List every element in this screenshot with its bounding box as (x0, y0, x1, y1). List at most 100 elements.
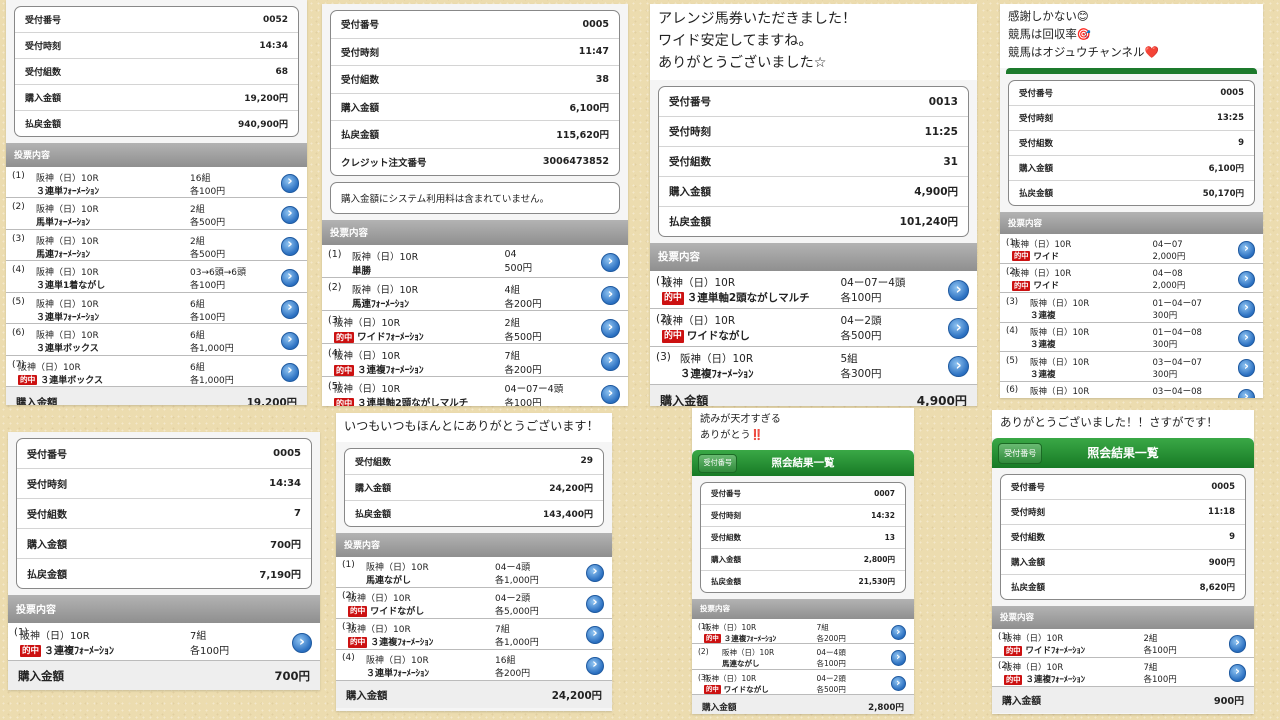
summary-row: 購入金額 6,100円 (331, 94, 619, 121)
detail-arrow-icon[interactable]: › (600, 318, 620, 339)
summary-label: 払戻金額 (1019, 188, 1054, 199)
detail-arrow-icon[interactable]: › (1228, 664, 1246, 682)
summary-label: 受付番号 (711, 488, 741, 498)
bet-row[interactable]: (3) 阪神（日）10R 馬連ﾌｫｰﾒｰｼｮﾝ 2組 各500円 › (6, 229, 307, 262)
detail-arrow-icon[interactable]: › (890, 650, 906, 666)
back-button[interactable]: 受付番号 (698, 454, 738, 473)
bet-number: (6) (12, 328, 25, 339)
detail-arrow-icon[interactable]: › (948, 318, 969, 340)
detail-arrow-icon[interactable]: › (292, 632, 312, 653)
summary-label: 受付組数 (711, 532, 741, 542)
bet-number: (3) (12, 233, 25, 244)
race-name: 阪神（日）10R (352, 252, 419, 263)
detail-arrow-icon[interactable]: › (600, 285, 620, 306)
detail-arrow-icon[interactable]: › (280, 237, 299, 256)
bet-row[interactable]: (7) 阪神（日）10R 的中 ３連単ボックス 6組 各1,000円 › (6, 355, 307, 388)
bet-type-line: 的中 ３連複ﾌｫｰﾒｰｼｮﾝ (20, 642, 190, 658)
summary-value: 0005 (273, 448, 301, 459)
summary-row: 購入金額 19,200円 (15, 85, 298, 111)
summary-row: 受付時刻 11:18 (1001, 500, 1245, 525)
detail-arrow-icon[interactable]: › (280, 174, 299, 193)
bet-row[interactable]: (1) 阪神（日）10R 的中 ３連複ﾌｫｰﾒｰｼｮﾝ 7組 各200円 › (692, 618, 914, 645)
bet-row[interactable]: (2) 阪神（日）10R 的中 ワイドながし 04ー2頭 各5,000円 › (336, 587, 612, 619)
bet-row[interactable]: (2) 阪神（日）10R 的中 ワイドながし 04ー2頭 各500円 › (650, 308, 977, 347)
bet-row[interactable]: (1) 阪神（日）10R 単勝 04 500円 › (322, 245, 628, 279)
summary-value: 6,100円 (1208, 163, 1244, 174)
summary-row: 受付番号 0005 (1001, 475, 1245, 500)
ticket-panel-3: アレンジ馬券いただきました！ ワイド安定してますね。 ありがとうございました☆ 受… (650, 4, 977, 406)
detail-arrow-icon[interactable]: › (1237, 270, 1255, 289)
total-value: 24,200円 (551, 689, 602, 702)
results-header: 受付番号 照会結果一覧 (992, 437, 1254, 468)
bet-type-line: 的中 ワイドながし (662, 328, 841, 343)
bet-row[interactable]: (5) 阪神（日）10R ３連単ﾌｫｰﾒｰｼｮﾝ 6組 各100円 › (6, 292, 307, 325)
bet-row[interactable]: (4) 阪神（日）10R ３連複 01ー04ー08 300円 › (1000, 322, 1263, 353)
bet-row[interactable]: (6)阪神（日）10R３連複03ー04ー08300円› (1000, 381, 1263, 398)
bet-type-line: 的中 ワイドﾌｫｰﾒｰｼｮﾝ (334, 329, 505, 344)
bet-row[interactable]: (2) 阪神（日）10R 的中 ワイド 04ー08 2,000円 › (1000, 263, 1263, 294)
bet-row[interactable]: (4) 阪神（日）10R 的中 ３連複ﾌｫｰﾒｰｼｮﾝ 7組 各200円 › (322, 344, 628, 378)
bet-type-line: 的中 ３連複ﾌｫｰﾒｰｼｮﾝ (704, 633, 817, 644)
bet-row[interactable]: (4) 阪神（日）10R ３連単1着ながし 03→6頭→6頭 各100円 › (6, 261, 307, 293)
hit-badge: 的中 (334, 331, 355, 344)
detail-arrow-icon[interactable]: › (948, 280, 969, 302)
race-name: 阪神（日）10R (348, 594, 411, 605)
detail-arrow-icon[interactable]: › (600, 384, 620, 405)
bet-row[interactable]: (1) 阪神（日）10R 的中 ワイド 04ー07 2,000円 › (1000, 234, 1263, 264)
bet-row[interactable]: (5) 阪神（日）10R ３連複 03ー04ー07 300円 › (1000, 352, 1263, 382)
bet-row[interactable]: (3) 阪神（日）10R 的中 ３連複ﾌｫｰﾒｰｼｮﾝ 7組 各1,000円 › (336, 618, 612, 650)
summary-value: 0007 (874, 488, 895, 498)
bet-row[interactable]: (3) 阪神（日）10R ３連複ﾌｫｰﾒｰｼｮﾝ 5組 各300円 › (650, 346, 977, 385)
race-name: 阪神（日）10R (1004, 663, 1064, 674)
bet-row[interactable]: (1) 阪神（日）10R 馬連ながし 04ー4頭 各1,000円 › (336, 556, 612, 588)
detail-arrow-icon[interactable]: › (280, 331, 299, 351)
bet-row[interactable]: (1) 阪神（日）10R 的中 ３連複ﾌｫｰﾒｰｼｮﾝ 7組 各100円 › (8, 622, 320, 661)
bet-row[interactable]: (3) 阪神（日）10R 的中 ワイドﾌｫｰﾒｰｼｮﾝ 2組 各500円 › (322, 311, 628, 345)
bet-row[interactable]: (1) 阪神（日）10R 的中 ３連単軸2頭ながしマルチ 04ー07ー4頭 各100円 › (650, 270, 977, 309)
bet-row[interactable]: (3) 阪神（日）10R ３連複 01ー04ー07 300円 › (1000, 293, 1263, 323)
bet-number: (3) (1006, 296, 1019, 307)
race-name: 阪神（日）10R (352, 285, 419, 296)
bet-row[interactable]: (2) 阪神（日）10R 馬単ﾌｫｰﾒｰｼｮﾝ 2組 各500円 › (6, 198, 307, 230)
bet-row[interactable]: (2) 阪神（日）10R 的中 ３連複ﾌｫｰﾒｰｼｮﾝ 7組 各100円 › (992, 657, 1254, 687)
detail-arrow-icon[interactable]: › (890, 675, 906, 692)
detail-arrow-icon[interactable]: › (600, 252, 620, 273)
bet-row[interactable]: (4) 阪神（日）10R ３連単ﾌｫｰﾒｰｼｮﾝ 16組 各200円 › (336, 649, 612, 681)
race-name: 阪神（日）10R (36, 299, 99, 310)
bet-race: 阪神（日）10R 馬単ﾌｫｰﾒｰｼｮﾝ (36, 202, 190, 228)
detail-arrow-icon[interactable]: › (1237, 359, 1255, 377)
bet-type-line: 的中 ３連複ﾌｫｰﾒｰｼｮﾝ (348, 635, 495, 648)
bet-type: 馬単ﾌｫｰﾒｰｼｮﾝ (36, 218, 91, 229)
detail-arrow-icon[interactable]: › (280, 363, 299, 382)
summary-label: 受付組数 (341, 75, 380, 87)
bet-row[interactable]: (3) 阪神（日）10R 的中 ワイドながし 04ー2頭 各500円 › (692, 669, 914, 696)
detail-arrow-icon[interactable]: › (600, 351, 620, 372)
summary-value: 6,100円 (569, 102, 609, 114)
summary-label: 払戻金額 (1011, 582, 1046, 593)
bet-row[interactable]: (6) 阪神（日）10R ３連単ボックス 6組 各1,000円 › (6, 324, 307, 356)
hit-badge: 的中 (662, 329, 684, 343)
receipt-summary: 受付番号 0005 受付時刻 11:18 受付組数 9 購入金額 900円 払戻金額 8,620円 (1000, 473, 1246, 600)
bet-row[interactable]: (2) 阪神（日）10R 馬連ながし 04ー4頭 各100円 › (692, 644, 914, 670)
bet-type: ３連複 (1030, 369, 1056, 380)
detail-arrow-icon[interactable]: › (280, 205, 299, 225)
detail-arrow-icon[interactable]: › (280, 268, 299, 288)
back-button[interactable]: 受付番号 (998, 443, 1043, 465)
detail-arrow-icon[interactable]: › (890, 624, 906, 641)
detail-arrow-icon[interactable]: › (280, 300, 299, 319)
bet-row[interactable]: (1) 阪神（日）10R 的中 ワイドﾌｫｰﾒｰｼｮﾝ 2組 各100円 › (992, 628, 1254, 658)
summary-row: 受付時刻 14:32 (701, 505, 905, 527)
bet-type: ３連単ﾌｫｰﾒｰｼｮﾝ (36, 312, 100, 323)
detail-arrow-icon[interactable]: › (1237, 241, 1255, 259)
bet-type-line: 馬連ﾌｫｰﾒｰｼｮﾝ (352, 296, 505, 310)
bet-row[interactable]: (2) 阪神（日）10R 馬連ﾌｫｰﾒｰｼｮﾝ 4組 各200円 › (322, 278, 628, 312)
detail-arrow-icon[interactable]: › (1237, 329, 1255, 348)
summary-row: 購入金額 4,900円 (659, 177, 968, 208)
race-name: 阪神（日）10R (366, 656, 429, 667)
bet-row[interactable]: (5) 阪神（日）10R 的中 ３連単軸2頭ながしマルチ 04ー07ー4頭 各100円 › (322, 377, 628, 406)
bet-race: 阪神（日）10R 馬連ながし (722, 647, 817, 669)
detail-arrow-icon[interactable]: › (1237, 300, 1255, 318)
detail-arrow-icon[interactable]: › (948, 356, 969, 378)
detail-arrow-icon[interactable]: › (1228, 635, 1246, 653)
bet-row[interactable]: (1) 阪神（日）10R ３連単ﾌｫｰﾒｰｼｮﾝ 16組 各100円 › (6, 166, 307, 199)
